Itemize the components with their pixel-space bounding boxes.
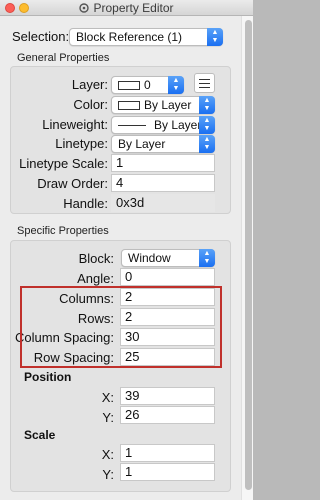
scale-x-field[interactable]: 1 bbox=[120, 444, 215, 462]
selection-label: Selection: bbox=[12, 29, 70, 44]
chevron-updown-icon: ▲ ▼ bbox=[199, 249, 215, 267]
layer-color-swatch bbox=[118, 81, 140, 90]
scale-y-label: Y: bbox=[102, 467, 114, 482]
color-label: Color: bbox=[73, 97, 108, 112]
layer-label: Layer: bbox=[71, 77, 108, 92]
vertical-scrollbar[interactable] bbox=[241, 16, 253, 500]
angle-field[interactable]: 0 bbox=[120, 268, 215, 286]
title-bar: Property Editor bbox=[0, 0, 253, 16]
linetype-label: Linetype: bbox=[55, 136, 108, 151]
hamburger-icon bbox=[199, 79, 210, 80]
handle-label: Handle: bbox=[63, 196, 108, 211]
layer-menu-button[interactable] bbox=[194, 73, 215, 93]
color-popup[interactable]: By Layer ▲ ▼ bbox=[111, 96, 215, 114]
layer-value: 0 bbox=[144, 78, 151, 92]
chevron-updown-icon: ▲ ▼ bbox=[199, 116, 215, 134]
chevron-updown-icon: ▲ ▼ bbox=[199, 96, 215, 114]
layer-popup[interactable]: 0 ▲ ▼ bbox=[111, 76, 184, 94]
selection-popup[interactable]: Block Reference (1) ▲ ▼ bbox=[69, 28, 223, 46]
handle-field: 0x3d bbox=[111, 194, 215, 212]
linetype-value: By Layer bbox=[118, 137, 166, 151]
linetype-scale-field[interactable]: 1 bbox=[111, 154, 215, 172]
draw-order-field[interactable]: 4 bbox=[111, 174, 215, 192]
property-editor-window: Property Editor Selection: Block Referen… bbox=[0, 0, 253, 500]
draw-order-label: Draw Order: bbox=[37, 176, 108, 191]
position-title: Position bbox=[24, 370, 72, 384]
position-y-field[interactable]: 26 bbox=[120, 406, 215, 424]
array-highlight-box bbox=[20, 286, 222, 368]
scale-x-label: X: bbox=[101, 447, 114, 462]
angle-label: Angle: bbox=[77, 271, 114, 286]
lineweight-label: Lineweight: bbox=[42, 117, 108, 132]
chevron-updown-icon: ▲ ▼ bbox=[168, 76, 184, 94]
window-title: Property Editor bbox=[93, 1, 174, 15]
position-x-label: X: bbox=[101, 390, 114, 405]
color-value: By Layer bbox=[144, 98, 192, 112]
block-label: Block: bbox=[78, 251, 114, 266]
block-popup[interactable]: Window ▲ ▼ bbox=[121, 249, 215, 267]
lineweight-popup[interactable]: By Layer ▲ ▼ bbox=[111, 116, 215, 134]
position-y-label: Y: bbox=[102, 410, 114, 425]
chevron-updown-icon: ▲ ▼ bbox=[199, 135, 215, 153]
chevron-updown-icon: ▲ ▼ bbox=[207, 28, 223, 46]
lineweight-value: By Layer bbox=[154, 118, 202, 132]
specific-properties-title: Specific Properties bbox=[17, 225, 109, 237]
lineweight-sample bbox=[118, 125, 146, 126]
app-icon bbox=[79, 3, 90, 13]
linetype-scale-label: Linetype Scale: bbox=[19, 156, 108, 171]
color-swatch bbox=[118, 101, 140, 110]
position-x-field[interactable]: 39 bbox=[120, 387, 215, 405]
scale-title: Scale bbox=[24, 428, 56, 442]
scale-y-field[interactable]: 1 bbox=[120, 463, 215, 481]
block-value: Window bbox=[128, 251, 171, 265]
general-properties-title: General Properties bbox=[17, 52, 110, 64]
linetype-popup[interactable]: By Layer ▲ ▼ bbox=[111, 135, 215, 153]
scrollbar-thumb[interactable] bbox=[245, 20, 252, 490]
selection-value: Block Reference (1) bbox=[76, 30, 183, 44]
